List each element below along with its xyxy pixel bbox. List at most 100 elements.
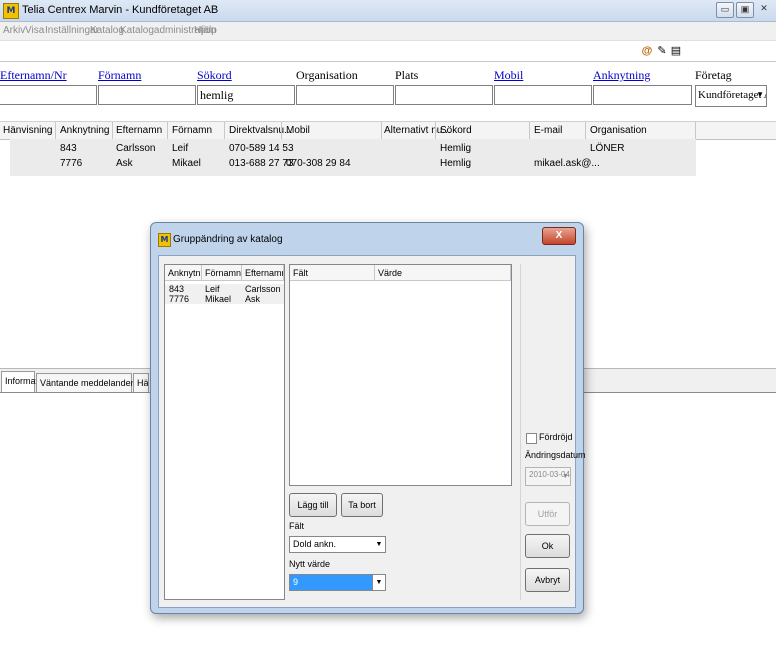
sokord-search-field[interactable]: hemlig — [197, 85, 295, 105]
execute-button[interactable]: Utför — [525, 502, 570, 526]
tab-vantande-meddelanden[interactable]: Väntande meddelanden — [36, 373, 136, 392]
col-organisation[interactable]: Organisation — [590, 125, 647, 136]
column-divider — [55, 122, 56, 139]
change-date-label: Ändringsdatum — [525, 450, 586, 460]
close-window-button[interactable]: ✕ — [756, 2, 772, 16]
window-titlebar: M Telia Centrex Marvin - Kundföretaget A… — [0, 0, 776, 22]
table-row[interactable]: 843 Carlsson Leif 070-589 14 53 Hemlig L… — [0, 143, 696, 157]
list-item[interactable]: 843 Leif Carlsson 7776 Mikael Ask — [165, 284, 284, 304]
list-col-fornamn[interactable]: Förnamn — [202, 265, 242, 281]
header-mobil[interactable]: Mobil — [494, 68, 523, 83]
add-button[interactable]: Lägg till — [289, 493, 337, 517]
delayed-checkbox[interactable] — [526, 433, 537, 444]
change-date-picker[interactable]: 2010-03-04 ▼ — [525, 467, 571, 486]
anknytning-search-field[interactable] — [593, 85, 692, 105]
menu-hjalp[interactable]: Hjälp — [194, 25, 217, 36]
cell-efternamn: Ask — [116, 158, 133, 169]
column-divider — [529, 122, 530, 139]
col-hanvisning[interactable]: Hänvisning — [3, 125, 52, 136]
plats-search-field[interactable] — [395, 85, 493, 105]
app-logo-icon: M — [158, 233, 171, 247]
app-logo-icon: M — [3, 3, 19, 19]
cell-efternamn: Carlsson — [116, 143, 156, 154]
maximize-button[interactable]: ▣ — [736, 2, 754, 18]
list-col-ankn[interactable]: Anknytn... — [165, 265, 202, 281]
col-fornamn[interactable]: Förnamn — [172, 125, 212, 136]
column-divider — [695, 122, 696, 139]
column-divider — [381, 122, 382, 139]
list-cell-efternamn: Ask — [245, 294, 261, 304]
cancel-button[interactable]: Avbryt — [525, 568, 570, 592]
cell-anknytning: 843 — [60, 143, 77, 154]
col-direktval[interactable]: Direktvalsnu... — [229, 125, 292, 136]
cell-organisation: LÖNER — [590, 143, 625, 154]
header-foretag: Företag — [695, 68, 732, 82]
group-change-dialog: M Gruppändring av katalog X Anknytn... F… — [150, 222, 586, 614]
list-cell-fornamn: Mikael — [205, 294, 232, 304]
new-value-label: Nytt värde — [289, 559, 331, 569]
header-anknytning[interactable]: Anknytning — [593, 68, 650, 83]
dialog-body: Anknytn... Förnamn Efternamn 843 Leif Ca… — [158, 255, 586, 608]
header-efternamn[interactable]: Efternamn/Nr — [0, 68, 67, 83]
list-col-falt[interactable]: Fält — [290, 265, 375, 281]
list-col-efternamn[interactable]: Efternamn — [242, 265, 284, 281]
field-select-value: Dold ankn. — [293, 539, 337, 549]
tab-hanvisningar[interactable]: Hänvisningar — [133, 373, 149, 392]
cell-mobil: 070-308 29 84 — [286, 158, 351, 169]
pencil-icon[interactable]: ✎ — [655, 44, 669, 58]
col-anknytning[interactable]: Anknytning — [60, 125, 109, 136]
column-divider — [585, 122, 586, 139]
field-value-list[interactable]: Fält Värde — [289, 264, 512, 486]
mobil-search-field[interactable] — [494, 85, 592, 105]
column-divider — [224, 122, 225, 139]
window-title: Telia Centrex Marvin - Kundföretaget AB — [22, 4, 219, 16]
new-value-select[interactable]: 9 ▼ — [289, 574, 386, 591]
header-plats: Plats — [395, 68, 419, 82]
cell-fornamn: Leif — [172, 143, 189, 154]
fornamn-search-field[interactable] — [98, 85, 196, 105]
list-cell-efternamn: Carlsson — [245, 284, 281, 294]
field-select[interactable]: Dold ankn. ▼ — [289, 536, 386, 553]
col-efternamn[interactable]: Efternamn — [116, 125, 162, 136]
menu-bar: Arkiv Visa Inställningar Katalog Katalog… — [0, 22, 776, 41]
menu-visa[interactable]: Visa — [25, 25, 44, 36]
chevron-down-icon: ▼ — [372, 575, 385, 590]
cell-sokord: Hemlig — [440, 158, 472, 169]
ok-button[interactable]: Ok — [525, 534, 570, 558]
column-divider — [435, 122, 436, 139]
results-grid-header: Hänvisning Anknytning Efternamn Förnamn … — [0, 121, 776, 140]
header-sokord[interactable]: Sökord — [197, 68, 232, 83]
list-cell-fornamn: Leif — [205, 284, 220, 294]
table-row[interactable]: 7776 Ask Mikael 013-688 27 73 070-308 29… — [0, 158, 696, 172]
chevron-down-icon: ▼ — [562, 473, 569, 480]
cell-email: mikael.ask@... — [534, 158, 600, 169]
column-divider — [281, 122, 282, 139]
cell-anknytning: 7776 — [60, 158, 83, 169]
col-mobil[interactable]: Mobil — [286, 125, 310, 136]
remove-button[interactable]: Ta bort — [341, 493, 383, 517]
efternamn-search-field[interactable] — [0, 85, 97, 105]
organisation-search-field[interactable] — [296, 85, 394, 105]
header-fornamn[interactable]: Förnamn — [98, 68, 141, 83]
selected-users-list[interactable]: Anknytn... Förnamn Efternamn 843 Leif Ca… — [164, 264, 285, 600]
cell-direktval: 013-688 27 73 — [229, 158, 294, 169]
chevron-down-icon: ▼ — [375, 541, 383, 548]
field-label: Fält — [289, 521, 305, 531]
toolbar: @ ✎ ▤ — [0, 41, 776, 62]
column-divider — [167, 122, 168, 139]
menu-arkiv[interactable]: Arkiv — [3, 25, 25, 36]
list-col-varde[interactable]: Värde — [375, 265, 511, 281]
menu-katalog[interactable]: Katalog — [90, 25, 124, 36]
minimize-button[interactable]: ▭ — [716, 2, 734, 18]
at-sign-icon[interactable]: @ — [640, 44, 654, 58]
tab-information[interactable]: Information — [1, 371, 50, 393]
note-icon[interactable]: ▤ — [669, 44, 683, 58]
cell-direktval: 070-589 14 53 — [229, 143, 294, 154]
col-email[interactable]: E-mail — [534, 125, 562, 136]
dialog-close-button[interactable]: X — [542, 227, 576, 245]
new-value-select-value: 9 — [293, 577, 299, 587]
col-sokord[interactable]: Sökord — [440, 125, 472, 136]
list-cell-ankn: 843 — [169, 284, 185, 294]
delayed-label: Fördröjd — [539, 432, 573, 442]
company-select[interactable]: Kundföretaget AB ▼ — [695, 85, 767, 107]
